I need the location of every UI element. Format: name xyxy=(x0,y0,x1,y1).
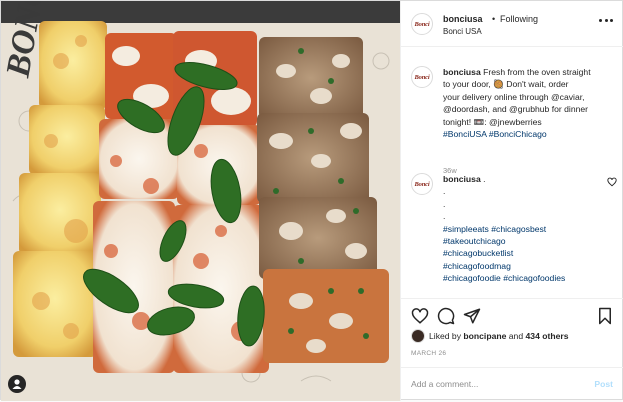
avatar-text: Bonci xyxy=(414,73,430,81)
comment-text: bonciusa . . . . #simpleeats #chicagosbe… xyxy=(443,173,615,285)
likes-summary: Liked by boncipane and 434 others xyxy=(411,329,621,345)
hashtag-line[interactable]: #chicagobucketlist xyxy=(443,247,615,259)
avatar[interactable]: Bonci xyxy=(411,66,433,88)
bookmark-icon[interactable] xyxy=(597,307,613,325)
comment-dot: . xyxy=(443,198,446,209)
hashtag-line[interactable]: #takeoutchicago xyxy=(443,235,615,247)
caption-username[interactable]: bonciusa xyxy=(443,67,481,77)
header-separator: • xyxy=(492,14,496,24)
caption-line: your delivery online through @caviar, xyxy=(443,91,585,102)
likes-joiner: and xyxy=(508,331,524,341)
post-date[interactable]: MARCH 26 xyxy=(411,350,446,357)
avatar[interactable]: Bonci xyxy=(411,173,433,195)
comment-dot: . xyxy=(443,186,446,197)
avatar-text: Bonci xyxy=(414,20,430,28)
heart-icon[interactable] xyxy=(411,307,429,325)
caption-text: bonciusa Fresh from the oven straight to… xyxy=(443,66,615,140)
instagram-post: BONCI Bonci bonciusa • Following Bonci U… xyxy=(0,0,623,401)
comment-icon[interactable] xyxy=(437,307,455,325)
avatar[interactable]: Bonci xyxy=(411,13,433,35)
post-header: Bonci bonciusa • Following Bonci USA xyxy=(401,1,623,47)
location-link[interactable]: Bonci USA xyxy=(443,27,482,36)
hashtag-line[interactable]: #chicagofoodmag xyxy=(443,260,615,272)
likes-text: Liked by boncipane and 434 others xyxy=(429,331,569,341)
hashtag-line[interactable]: #chicagofoodie #chicagofoodies xyxy=(443,272,615,284)
action-bar xyxy=(401,298,623,333)
hashtag-line[interactable]: #simpleeats #chicagosbest xyxy=(443,223,615,235)
comment-input[interactable]: Add a comment... xyxy=(411,379,478,389)
liker-username[interactable]: boncipane xyxy=(463,331,506,341)
liker-avatar[interactable] xyxy=(411,329,425,343)
avatar-text: Bonci xyxy=(414,180,430,188)
comment-dot: . xyxy=(483,174,486,184)
person-tag-icon[interactable] xyxy=(8,375,26,393)
pizza-photo: BONCI xyxy=(1,1,400,401)
header-username[interactable]: bonciusa xyxy=(443,14,483,24)
following-button[interactable]: Following xyxy=(500,14,538,24)
post-sidebar: Bonci bonciusa • Following Bonci USA Bon… xyxy=(400,1,623,401)
comment-like-icon[interactable] xyxy=(607,177,617,187)
post-photo[interactable]: BONCI xyxy=(1,1,400,401)
caption-line: to your door, 🥘 Don't wait, order xyxy=(443,79,569,90)
caption-line: Fresh from the oven straight xyxy=(483,67,591,77)
comment-dot: . xyxy=(443,211,446,222)
likes-prefix: Liked by xyxy=(429,331,462,341)
more-options-icon[interactable] xyxy=(599,14,613,26)
paper-plane-icon[interactable] xyxy=(463,307,481,325)
comment-username[interactable]: bonciusa xyxy=(443,174,481,184)
post-button[interactable]: Post xyxy=(594,379,613,389)
likes-others[interactable]: 434 others xyxy=(526,331,569,341)
comments-area[interactable]: Bonci bonciusa Fresh from the oven strai… xyxy=(401,46,623,298)
add-comment-bar: Add a comment... Post xyxy=(401,367,623,402)
caption-line: tonight! 📼: @jnewberries xyxy=(443,116,542,127)
caption-hashtags[interactable]: #BonciUSA #BonciChicago xyxy=(443,128,615,140)
caption-line: @doordash, and @grubhub for dinner xyxy=(443,104,589,115)
